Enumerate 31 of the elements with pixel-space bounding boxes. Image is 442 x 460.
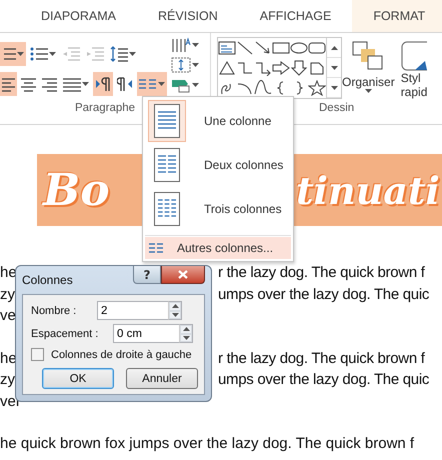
arrange-button[interactable]: Organiser: [342, 37, 395, 102]
ribbon-tab[interactable]: RÉVISION: [137, 0, 239, 32]
cancel-button[interactable]: Annuler: [126, 368, 198, 389]
dialog-title: Colonnes: [22, 273, 73, 287]
menu-item[interactable]: Autres colonnes...: [145, 237, 291, 259]
field-label: Espacement :: [31, 328, 100, 340]
body-text: umps over the lazy dog. The quic: [218, 370, 430, 390]
checkbox-label: Colonnes de droite à gauche: [51, 348, 192, 360]
banner-text: Bo: [43, 164, 111, 216]
ribbon-tab[interactable]: DIAPORAMA: [20, 0, 138, 32]
body-text: ve: [0, 306, 16, 326]
help-button[interactable]: ?: [133, 266, 161, 284]
ok-button[interactable]: OK: [42, 368, 114, 389]
body-text: r the lazy dog. The quick brown f: [218, 348, 425, 368]
body-text: umps over the lazy dog. The quic: [218, 284, 430, 304]
menu-item[interactable]: Trois colonnes: [145, 187, 291, 231]
group-label: Dessin: [319, 102, 354, 116]
ribbon-tab[interactable]: AFFICHAGE: [238, 0, 352, 32]
menu-item[interactable]: Une colonne: [145, 99, 291, 143]
ribbon-tab[interactable]: FORMAT: [352, 0, 442, 32]
body-text: he quick brown fox jumps over the lazy dog. The quick brown f: [0, 434, 414, 454]
number-field[interactable]: 0 cm: [113, 324, 179, 343]
field-label: Nombre :: [31, 304, 78, 316]
menu-item[interactable]: Deux colonnes: [145, 143, 291, 187]
body-text: zy: [0, 284, 15, 304]
quick-styles-button[interactable]: Styl rapid: [394, 37, 442, 102]
number-field[interactable]: 2: [97, 301, 168, 320]
group-label: Paragraphe: [74, 102, 136, 116]
body-text: r the lazy dog. The quick brown f: [218, 263, 425, 283]
banner-text: tinuati: [296, 168, 440, 212]
body-text: zy: [0, 370, 15, 390]
